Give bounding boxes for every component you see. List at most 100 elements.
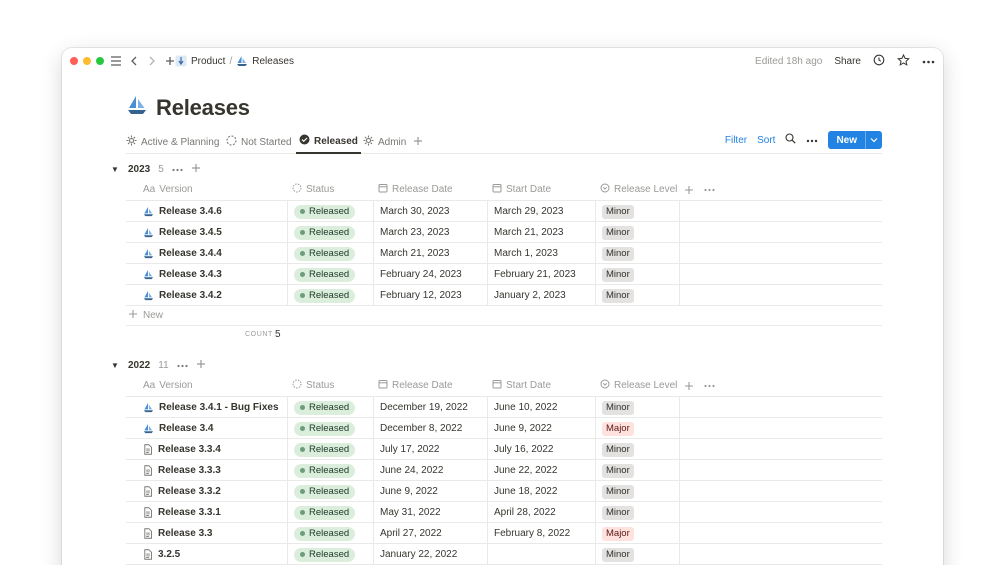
version-name[interactable]: Release 3.4.5 xyxy=(159,227,222,238)
status-cell[interactable]: Released xyxy=(288,397,374,418)
table-row[interactable]: Release 3.4.6 Released March 30, 2023 March… xyxy=(126,201,882,222)
table-row[interactable]: Release 3.3.2 Released June 9, 2022 June 18… xyxy=(126,481,882,502)
release-level-cell[interactable]: Minor xyxy=(596,243,680,264)
release-level-cell[interactable]: Minor xyxy=(596,544,680,565)
table-row[interactable]: Release 3.4.4 Released March 21, 2023 March… xyxy=(126,243,882,264)
search-icon[interactable] xyxy=(785,133,797,147)
table-row[interactable]: 3.2.5 Released January 22, 2022 Minor xyxy=(126,544,882,565)
release-level-cell[interactable]: Minor xyxy=(596,222,680,243)
version-name[interactable]: Release 3.4.4 xyxy=(159,248,222,259)
collapse-toggle-icon[interactable]: ▼ xyxy=(110,361,120,370)
release-level-cell[interactable]: Major xyxy=(596,418,680,439)
version-name[interactable]: Release 3.4.6 xyxy=(159,206,222,217)
status-cell[interactable]: Released xyxy=(288,502,374,523)
table-row[interactable]: Release 3.4.3 Released February 24, 2023 Fe… xyxy=(126,264,882,285)
start-date-cell[interactable]: June 18, 2022 xyxy=(488,481,596,502)
column-release-date[interactable]: Release Date xyxy=(378,179,453,200)
tab-released[interactable]: Released xyxy=(296,130,361,154)
column-start-date[interactable]: Start Date xyxy=(492,179,551,200)
add-view-button[interactable] xyxy=(413,130,423,154)
history-icon[interactable] xyxy=(873,54,885,69)
release-date-cell[interactable]: December 19, 2022 xyxy=(374,397,488,418)
table-row[interactable]: Release 3.4 Released December 8, 2022 June … xyxy=(126,418,882,439)
minimize-window-button[interactable] xyxy=(83,57,91,65)
release-level-cell[interactable]: Major xyxy=(596,523,680,544)
release-date-cell[interactable]: February 12, 2023 xyxy=(374,285,488,306)
version-cell[interactable]: Release 3.4.3 xyxy=(126,264,288,285)
version-name[interactable]: Release 3.4.1 - Bug Fixes xyxy=(159,402,279,413)
back-icon[interactable] xyxy=(127,54,141,68)
table-row[interactable]: Release 3.3.3 Released June 24, 2022 June 2… xyxy=(126,460,882,481)
add-new-row-button[interactable]: New xyxy=(126,306,882,326)
release-level-cell[interactable]: Minor xyxy=(596,285,680,306)
start-date-cell[interactable]: April 28, 2022 xyxy=(488,502,596,523)
plus-icon[interactable] xyxy=(196,359,206,372)
column-release-date[interactable]: Release Date xyxy=(378,375,453,396)
more-options-icon[interactable] xyxy=(806,135,818,146)
column-version[interactable]: Aa Version xyxy=(143,375,193,396)
release-level-cell[interactable]: Minor xyxy=(596,264,680,285)
status-cell[interactable]: Released xyxy=(288,285,374,306)
status-cell[interactable]: Released xyxy=(288,418,374,439)
version-cell[interactable]: Release 3.4.6 xyxy=(126,201,288,222)
breadcrumb-current[interactable]: Releases xyxy=(252,56,294,67)
version-name[interactable]: Release 3.4.2 xyxy=(159,290,222,301)
start-date-cell[interactable]: February 8, 2022 xyxy=(488,523,596,544)
start-date-cell[interactable]: June 9, 2022 xyxy=(488,418,596,439)
release-date-cell[interactable]: May 31, 2022 xyxy=(374,502,488,523)
more-options-icon[interactable] xyxy=(177,360,188,371)
column-start-date[interactable]: Start Date xyxy=(492,375,551,396)
version-cell[interactable]: Release 3.4.4 xyxy=(126,243,288,264)
release-date-cell[interactable]: April 27, 2022 xyxy=(374,523,488,544)
tab-admin[interactable]: Admin xyxy=(363,130,406,154)
column-version[interactable]: Aa Version xyxy=(143,179,193,200)
new-button[interactable]: New xyxy=(828,131,882,149)
version-cell[interactable]: Release 3.3 xyxy=(126,523,288,544)
star-icon[interactable] xyxy=(897,53,910,69)
version-name[interactable]: Release 3.3.3 xyxy=(158,465,221,476)
version-cell[interactable]: Release 3.4.5 xyxy=(126,222,288,243)
start-date-cell[interactable]: March 21, 2023 xyxy=(488,222,596,243)
column-status[interactable]: Status xyxy=(292,375,334,396)
version-cell[interactable]: Release 3.3.3 xyxy=(126,460,288,481)
start-date-cell[interactable]: June 22, 2022 xyxy=(488,460,596,481)
status-cell[interactable]: Released xyxy=(288,460,374,481)
version-cell[interactable]: 3.2.5 xyxy=(126,544,288,565)
tab-not-started[interactable]: Not Started xyxy=(226,130,292,154)
version-cell[interactable]: Release 3.3.4 xyxy=(126,439,288,460)
version-name[interactable]: Release 3.3.4 xyxy=(158,444,221,455)
start-date-cell[interactable]: March 1, 2023 xyxy=(488,243,596,264)
filter-button[interactable]: Filter xyxy=(725,135,747,146)
table-row[interactable]: Release 3.3 Released April 27, 2022 Februar… xyxy=(126,523,882,544)
table-row[interactable]: Release 3.4.2 Released February 12, 2023 Ja… xyxy=(126,285,882,306)
start-date-cell[interactable]: January 2, 2023 xyxy=(488,285,596,306)
breadcrumb-parent[interactable]: Product xyxy=(191,56,225,67)
release-date-cell[interactable]: June 9, 2022 xyxy=(374,481,488,502)
more-options-icon[interactable] xyxy=(172,164,183,175)
release-level-cell[interactable]: Minor xyxy=(596,502,680,523)
page-title[interactable]: Releases xyxy=(156,95,250,121)
column-status[interactable]: Status xyxy=(292,179,334,200)
add-property-icon[interactable] xyxy=(684,375,694,396)
release-level-cell[interactable]: Minor xyxy=(596,481,680,502)
version-cell[interactable]: Release 3.4.2 xyxy=(126,285,288,306)
status-cell[interactable]: Released xyxy=(288,481,374,502)
release-level-cell[interactable]: Minor xyxy=(596,439,680,460)
release-level-cell[interactable]: Minor xyxy=(596,397,680,418)
release-date-cell[interactable]: January 22, 2022 xyxy=(374,544,488,565)
release-level-cell[interactable]: Minor xyxy=(596,460,680,481)
close-window-button[interactable] xyxy=(70,57,78,65)
start-date-cell[interactable] xyxy=(488,544,596,565)
table-row[interactable]: Release 3.3.4 Released July 17, 2022 July 1… xyxy=(126,439,882,460)
status-cell[interactable]: Released xyxy=(288,439,374,460)
more-options-icon[interactable] xyxy=(704,375,715,396)
status-cell[interactable]: Released xyxy=(288,201,374,222)
group-header[interactable]: ▼ 2023 5 xyxy=(110,159,882,179)
release-date-cell[interactable]: March 30, 2023 xyxy=(374,201,488,222)
group-header[interactable]: ▼ 2022 11 xyxy=(110,355,882,375)
chevron-down-icon[interactable] xyxy=(866,137,882,143)
release-date-cell[interactable]: June 24, 2022 xyxy=(374,460,488,481)
version-name[interactable]: Release 3.3.1 xyxy=(158,507,221,518)
version-name[interactable]: Release 3.3.2 xyxy=(158,486,221,497)
column-release-level[interactable]: Release Level xyxy=(600,179,677,200)
